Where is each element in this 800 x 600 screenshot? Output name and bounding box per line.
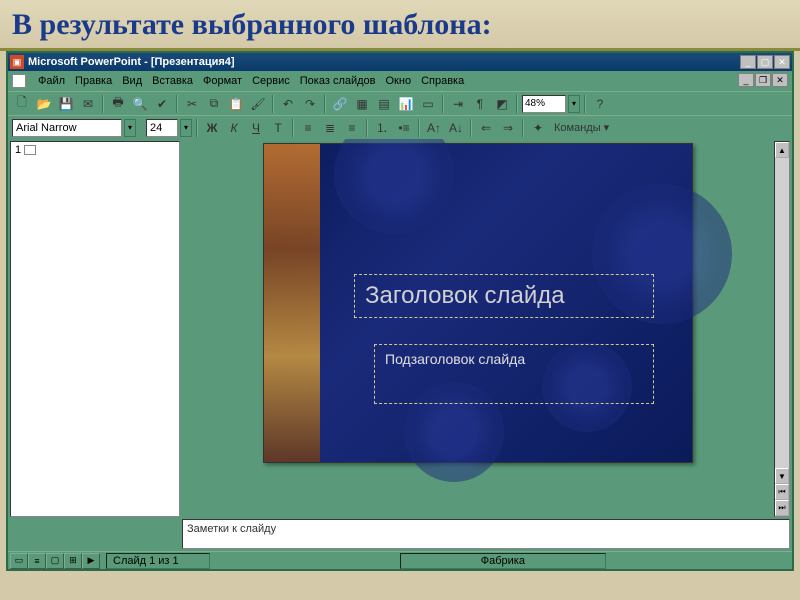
cut-button[interactable]: ✂ bbox=[182, 94, 202, 114]
titlebar: ▣ Microsoft PowerPoint - [Презентация4] … bbox=[8, 53, 792, 71]
decrease-font-button[interactable]: A↓ bbox=[446, 118, 466, 138]
slide-thumb-icon bbox=[24, 145, 36, 155]
new-button[interactable]: 🗋 bbox=[12, 94, 32, 114]
commands-dropdown[interactable]: Команды ▾ bbox=[550, 121, 613, 134]
standard-toolbar: 🗋 📂 💾 ✉ 🖶 🔍 ✔ ✂ ⧉ 📋 🖌 ↶ ↷ 🔗 ▦ ▤ 📊 ▭ ⇥ ¶ … bbox=[8, 91, 792, 115]
vertical-scrollbar[interactable]: ▲ ▼ ⏮ ⏭ bbox=[774, 141, 790, 517]
outline-slide-item[interactable]: 1 bbox=[11, 142, 179, 158]
app-window: ▣ Microsoft PowerPoint - [Презентация4] … bbox=[6, 51, 794, 571]
statusbar: ▭ ≡ ▢ ⊞ ▶ Слайд 1 из 1 Фабрика bbox=[8, 551, 792, 569]
titlebar-text: Microsoft PowerPoint - [Презентация4] bbox=[28, 56, 740, 68]
font-name-input[interactable]: Arial Narrow bbox=[12, 119, 122, 137]
print-preview-button[interactable]: 🔍 bbox=[130, 94, 150, 114]
paste-button[interactable]: 📋 bbox=[226, 94, 246, 114]
normal-view-button[interactable]: ▭ bbox=[10, 553, 28, 569]
slide-subtitle-placeholder[interactable]: Подзаголовок слайда bbox=[374, 344, 654, 404]
zoom-input[interactable]: 48% bbox=[522, 95, 566, 113]
workspace: 1 Заголовок слайда Подзаголовок слайда ▲ bbox=[8, 139, 792, 519]
format-painter-button[interactable]: 🖌 bbox=[248, 94, 268, 114]
scroll-track[interactable] bbox=[775, 158, 789, 468]
demote-button[interactable]: ⇒ bbox=[498, 118, 518, 138]
print-button[interactable]: 🖶 bbox=[108, 94, 128, 114]
copy-button[interactable]: ⧉ bbox=[204, 94, 224, 114]
slide-title-placeholder[interactable]: Заголовок слайда bbox=[354, 274, 654, 318]
formatting-toolbar: Arial Narrow ▾ 24 ▾ Ж К Ч Т ≡ ≣ ≡ ⒈ •≡ A… bbox=[8, 115, 792, 139]
minimize-button[interactable]: _ bbox=[740, 55, 756, 69]
scroll-up-button[interactable]: ▲ bbox=[775, 142, 789, 158]
status-template-name: Фабрика bbox=[400, 553, 606, 569]
help-button[interactable]: ? bbox=[590, 94, 610, 114]
new-slide-button[interactable]: ▭ bbox=[418, 94, 438, 114]
spellcheck-button[interactable]: ✔ bbox=[152, 94, 172, 114]
menubar: Файл Правка Вид Вставка Формат Сервис По… bbox=[8, 71, 792, 91]
zoom-dropdown[interactable]: ▾ bbox=[568, 95, 580, 113]
hyperlink-button[interactable]: 🔗 bbox=[330, 94, 350, 114]
menu-file[interactable]: Файл bbox=[38, 75, 65, 87]
font-dropdown[interactable]: ▾ bbox=[124, 119, 136, 137]
grayscale-button[interactable]: ◩ bbox=[492, 94, 512, 114]
slide-editor[interactable]: Заголовок слайда Подзаголовок слайда bbox=[182, 139, 774, 519]
align-right-button[interactable]: ≡ bbox=[342, 118, 362, 138]
undo-button[interactable]: ↶ bbox=[278, 94, 298, 114]
prev-slide-button[interactable]: ⏮ bbox=[775, 484, 789, 500]
gear-icon bbox=[334, 139, 454, 234]
slide-title-text: Заголовок слайда bbox=[365, 282, 565, 310]
view-buttons: ▭ ≡ ▢ ⊞ ▶ bbox=[8, 553, 102, 569]
outline-slide-number: 1 bbox=[15, 144, 21, 156]
slide-decor-strip bbox=[264, 144, 320, 462]
tables-button[interactable]: ▦ bbox=[352, 94, 372, 114]
slide-subtitle-text: Подзаголовок слайда bbox=[385, 351, 525, 367]
powerpoint-icon: ▣ bbox=[10, 55, 24, 69]
align-left-button[interactable]: ≡ bbox=[298, 118, 318, 138]
insert-chart-button[interactable]: 📊 bbox=[396, 94, 416, 114]
align-center-button[interactable]: ≣ bbox=[320, 118, 340, 138]
redo-button[interactable]: ↷ bbox=[300, 94, 320, 114]
menu-edit[interactable]: Правка bbox=[75, 75, 112, 87]
menu-window[interactable]: Окно bbox=[386, 75, 412, 87]
close-button[interactable]: ✕ bbox=[774, 55, 790, 69]
menu-slideshow[interactable]: Показ слайдов bbox=[300, 75, 376, 87]
bullets-button[interactable]: •≡ bbox=[394, 118, 414, 138]
slide-canvas[interactable]: Заголовок слайда Подзаголовок слайда bbox=[263, 143, 693, 463]
next-slide-button[interactable]: ⏭ bbox=[775, 500, 789, 516]
maximize-button[interactable]: ▢ bbox=[757, 55, 773, 69]
insert-table-button[interactable]: ▤ bbox=[374, 94, 394, 114]
document-name: [Презентация4] bbox=[151, 56, 235, 68]
mail-button[interactable]: ✉ bbox=[78, 94, 98, 114]
notes-pane[interactable]: Заметки к слайду bbox=[182, 519, 790, 549]
font-size-dropdown[interactable]: ▾ bbox=[180, 119, 192, 137]
menu-help[interactable]: Справка bbox=[421, 75, 464, 87]
italic-button[interactable]: К bbox=[224, 118, 244, 138]
numbering-button[interactable]: ⒈ bbox=[372, 118, 392, 138]
document-icon bbox=[12, 74, 26, 88]
page-heading: В результате выбранного шаблона: bbox=[0, 0, 800, 51]
menu-insert[interactable]: Вставка bbox=[152, 75, 193, 87]
shadow-button[interactable]: Т bbox=[268, 118, 288, 138]
increase-font-button[interactable]: A↑ bbox=[424, 118, 444, 138]
open-button[interactable]: 📂 bbox=[34, 94, 54, 114]
outline-view-button[interactable]: ≡ bbox=[28, 553, 46, 569]
doc-close-button[interactable]: ✕ bbox=[772, 73, 788, 87]
outline-pane[interactable]: 1 bbox=[10, 141, 180, 517]
promote-button[interactable]: ⇐ bbox=[476, 118, 496, 138]
show-formatting-button[interactable]: ¶ bbox=[470, 94, 490, 114]
app-name: Microsoft PowerPoint bbox=[28, 56, 141, 68]
save-button[interactable]: 💾 bbox=[56, 94, 76, 114]
bold-button[interactable]: Ж bbox=[202, 118, 222, 138]
animation-effects-button[interactable]: ✦ bbox=[528, 118, 548, 138]
slideshow-view-button[interactable]: ▶ bbox=[82, 553, 100, 569]
menu-tools[interactable]: Сервис bbox=[252, 75, 290, 87]
status-slide-info: Слайд 1 из 1 bbox=[106, 553, 210, 569]
menu-view[interactable]: Вид bbox=[122, 75, 142, 87]
doc-minimize-button[interactable]: _ bbox=[738, 73, 754, 87]
sorter-view-button[interactable]: ⊞ bbox=[64, 553, 82, 569]
doc-restore-button[interactable]: ❐ bbox=[755, 73, 771, 87]
expand-button[interactable]: ⇥ bbox=[448, 94, 468, 114]
slide-view-button[interactable]: ▢ bbox=[46, 553, 64, 569]
font-size-input[interactable]: 24 bbox=[146, 119, 178, 137]
scroll-down-button[interactable]: ▼ bbox=[775, 468, 789, 484]
underline-button[interactable]: Ч bbox=[246, 118, 266, 138]
menu-format[interactable]: Формат bbox=[203, 75, 242, 87]
